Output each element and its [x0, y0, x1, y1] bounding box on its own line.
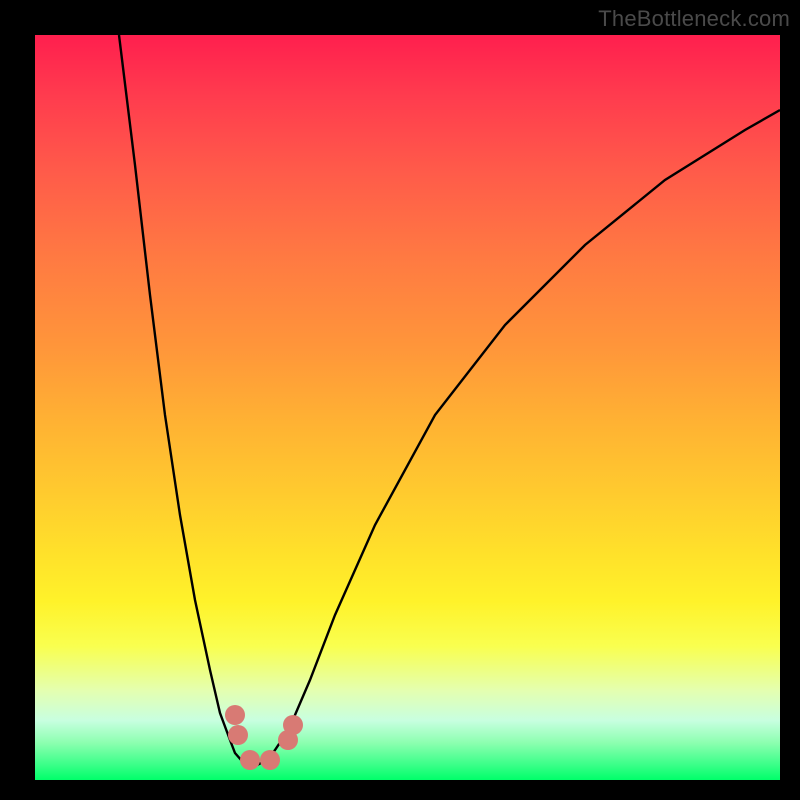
watermark-text: TheBottleneck.com	[598, 6, 790, 32]
bottleneck-curve	[119, 35, 780, 765]
marker-right-upper	[283, 715, 303, 735]
marker-group	[225, 705, 303, 770]
marker-min-left	[240, 750, 260, 770]
marker-left-lower	[228, 725, 248, 745]
plot-area	[35, 35, 780, 780]
chart-frame: TheBottleneck.com	[0, 0, 800, 800]
marker-left-upper	[225, 705, 245, 725]
marker-min-right	[260, 750, 280, 770]
chart-svg	[35, 35, 780, 780]
